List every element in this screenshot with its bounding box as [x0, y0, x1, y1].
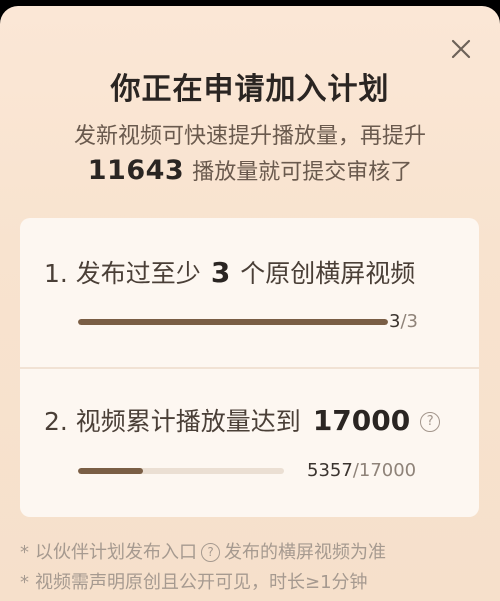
close-icon — [451, 39, 471, 59]
requirement-suffix: 个原创横屏视频 — [240, 259, 416, 288]
dialog-subtitle: 发新视频可快速提升播放量，再提升 11643 播放量就可提交审核了 — [70, 120, 430, 190]
subtitle-line-2: 11643 播放量就可提交审核了 — [70, 154, 430, 190]
dialog-title: 你正在申请加入计划 — [110, 72, 390, 107]
apply-plan-dialog: 你正在申请加入计划 发新视频可快速提升播放量，再提升 11643 播放量就可提交审… — [0, 6, 500, 601]
subtitle-line-1: 发新视频可快速提升播放量，再提升 — [73, 124, 426, 149]
note-bullet: * — [20, 542, 29, 563]
requirement-highlight: 3 — [210, 256, 231, 289]
note-bullet: * — [20, 572, 29, 593]
requirement-card-views: 2. 视频累计播放量达到 17000? 5357/17000 — [20, 369, 479, 517]
requirement-text: 2. 视频累计播放量达到 17000? — [44, 402, 441, 438]
help-icon[interactable]: ? — [420, 412, 441, 432]
progress-current: 3 — [389, 311, 401, 332]
subtitle-line-2-suffix: 播放量就可提交审核了 — [192, 160, 413, 185]
close-button[interactable] — [450, 38, 472, 60]
note-text-before: 以伙伴计划发布入口 — [35, 542, 197, 563]
requirement-text: 1. 发布过至少 3 个原创横屏视频 — [44, 254, 415, 290]
requirement-prefix: 1. 发布过至少 — [44, 259, 201, 288]
progress-total: /3 — [400, 311, 418, 332]
note-text: 视频需声明原创且公开可见，时长≥1分钟 — [35, 572, 368, 593]
screen: 你正在申请加入计划 发新视频可快速提升播放量，再提升 11643 播放量就可提交审… — [0, 0, 500, 601]
note-item: * 以伙伴计划发布入口? 发布的横屏视频为准 — [20, 538, 480, 568]
note-text-after: 发布的横屏视频为准 — [224, 542, 386, 563]
requirement-prefix: 2. 视频累计播放量达到 — [44, 407, 301, 436]
requirement-card-videos: 1. 发布过至少 3 个原创横屏视频 3/3 — [20, 218, 479, 368]
progress-text: 5357/17000 — [307, 460, 416, 481]
requirement-highlight: 17000 — [312, 404, 411, 437]
remaining-views-number: 11643 — [87, 155, 185, 186]
progress-total: /17000 — [352, 460, 417, 481]
progress-text: 3/3 — [389, 311, 418, 332]
progress-bar — [78, 468, 284, 474]
note-item: * 视频需声明原创且公开可见，时长≥1分钟 — [20, 568, 480, 598]
progress-current: 5357 — [307, 460, 353, 481]
progress-bar — [78, 319, 388, 325]
progress-fill — [78, 468, 143, 474]
help-icon[interactable]: ? — [201, 543, 220, 562]
progress-fill — [78, 319, 388, 325]
notes: * 以伙伴计划发布入口? 发布的横屏视频为准 * 视频需声明原创且公开可见，时长≥1分… — [20, 538, 480, 598]
